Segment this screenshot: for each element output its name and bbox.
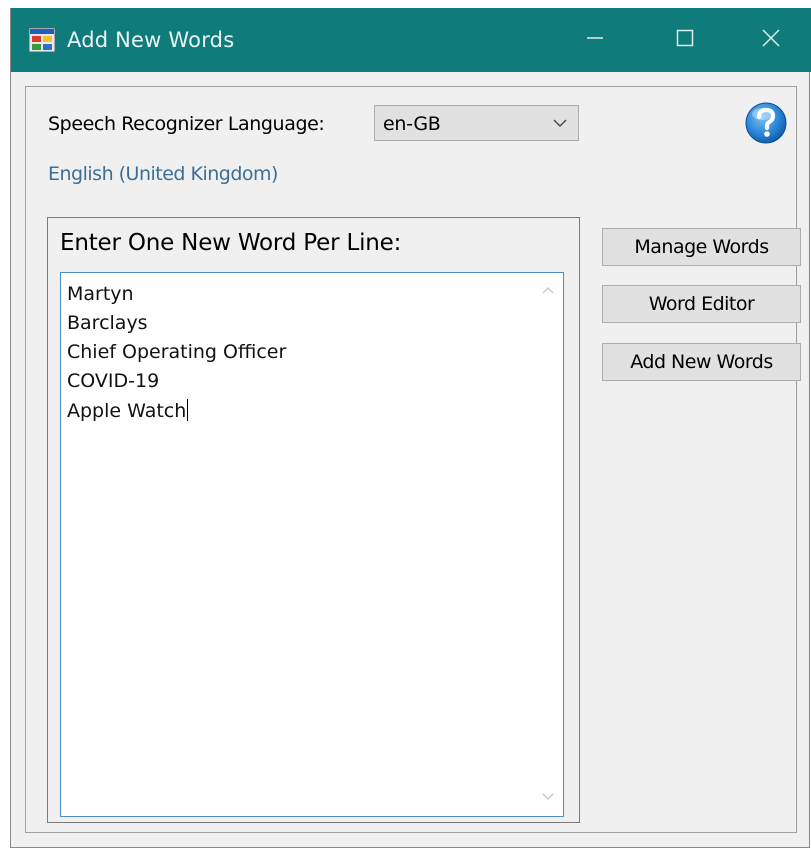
word-line: COVID-19	[67, 370, 160, 392]
chevron-up-icon	[541, 282, 555, 300]
word-line: Barclays	[67, 312, 148, 334]
close-button[interactable]	[727, 8, 811, 72]
help-question-icon[interactable]	[744, 101, 788, 145]
manage-words-button[interactable]: Manage Words	[602, 228, 801, 266]
textarea-scrollbar[interactable]	[533, 273, 563, 816]
dialog-body: Speech Recognizer Language: en-GB Englis…	[25, 86, 801, 833]
language-display-name: English (United Kingdom)	[48, 163, 278, 185]
text-caret	[187, 399, 189, 421]
add-new-words-button[interactable]: Add New Words	[602, 343, 801, 381]
language-dropdown-value: en-GB	[383, 113, 441, 135]
chevron-down-icon	[541, 789, 555, 807]
scroll-down-button[interactable]	[533, 780, 563, 816]
chevron-down-icon	[552, 116, 568, 130]
scroll-up-button[interactable]	[533, 273, 563, 309]
maximize-button[interactable]	[641, 8, 729, 72]
window-title: Add New Words	[67, 28, 235, 52]
word-line: Martyn	[67, 283, 134, 305]
word-line-text: Apple Watch	[67, 400, 187, 422]
app-window-icon	[28, 27, 56, 53]
maximize-icon	[675, 28, 695, 53]
word-line: Chief Operating Officer	[67, 341, 287, 363]
new-words-group-title: Enter One New Word Per Line:	[60, 230, 402, 256]
minimize-icon	[585, 28, 605, 53]
word-line-current: Apple Watch	[67, 399, 189, 422]
language-label: Speech Recognizer Language:	[48, 113, 325, 135]
close-icon	[761, 28, 781, 53]
add-new-words-window: Add New Words Speech Recognizer Language…	[10, 8, 811, 848]
minimize-button[interactable]	[551, 8, 639, 72]
new-words-textarea[interactable]: Martyn Barclays Chief Operating Officer …	[60, 272, 564, 817]
new-words-group: Enter One New Word Per Line: Martyn Barc…	[47, 217, 580, 823]
title-bar[interactable]: Add New Words	[11, 8, 811, 72]
language-dropdown[interactable]: en-GB	[374, 105, 579, 141]
word-editor-button[interactable]: Word Editor	[602, 285, 801, 323]
